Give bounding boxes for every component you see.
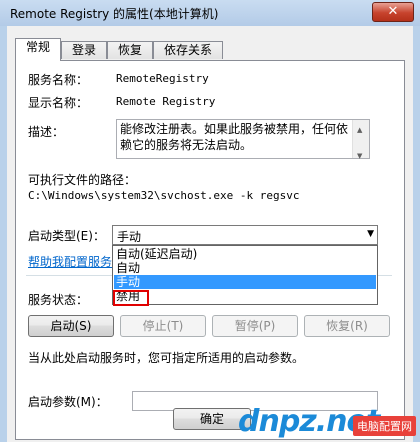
- scroll-down-icon[interactable]: ▼: [357, 148, 362, 164]
- highlight-box: [113, 290, 149, 306]
- display-name-label: 显示名称：: [28, 96, 89, 110]
- general-tab-panel: 服务名称： RemoteRegistry 显示名称： Remote Regist…: [15, 60, 405, 440]
- startup-type-value: 手动: [117, 230, 142, 244]
- close-icon: ✕: [387, 4, 399, 19]
- dialog-client: 常规 登录 恢复 依存关系 服务名称： RemoteRegistry 显示名称：…: [7, 26, 413, 442]
- chevron-down-icon: ▼: [367, 229, 374, 239]
- start-button-label: 启动(S): [50, 319, 92, 333]
- stop-button-label: 停止(T): [142, 319, 184, 333]
- close-button[interactable]: ✕: [372, 2, 414, 22]
- display-name-value: Remote Registry: [116, 95, 216, 108]
- description-text: 能修改注册表。如果此服务被禁用，任何依赖它的服务将无法启动。: [120, 122, 349, 152]
- tab-label: 登录: [71, 43, 96, 57]
- watermark-badge: 电脑配置网: [353, 416, 416, 436]
- option-manual[interactable]: 手动: [114, 275, 376, 289]
- tab-recovery[interactable]: 恢复: [107, 41, 153, 59]
- option-auto-delayed[interactable]: 自动(延迟启动): [114, 247, 376, 261]
- service-status-label: 服务状态：: [28, 293, 89, 307]
- ok-button-label: 确定: [199, 412, 224, 426]
- stop-button[interactable]: 停止(T): [120, 315, 206, 337]
- tab-dependencies[interactable]: 依存关系: [153, 41, 223, 59]
- help-configure-link[interactable]: 帮助我配置服务启: [28, 253, 124, 270]
- tab-label: 常规: [25, 40, 50, 54]
- tab-label: 恢复: [117, 43, 142, 57]
- option-disabled[interactable]: 禁用: [114, 289, 376, 303]
- exe-path-label: 可执行文件的路径：: [28, 173, 137, 187]
- scroll-up-icon[interactable]: ▲: [357, 122, 362, 138]
- resume-button[interactable]: 恢复(R): [304, 315, 390, 337]
- exe-path-value: C:\Windows\system32\svchost.exe -k regsv…: [28, 189, 300, 202]
- pause-button[interactable]: 暂停(P): [212, 315, 298, 337]
- pause-button-label: 暂停(P): [234, 319, 276, 333]
- start-button[interactable]: 启动(S): [28, 315, 114, 337]
- startup-type-label: 启动类型(E)：: [28, 229, 105, 243]
- description-scrollbar[interactable]: ▲ ▼: [352, 120, 369, 160]
- tab-logon[interactable]: 登录: [61, 41, 107, 59]
- watermark-logo: dnpz.net 电脑配置网: [230, 402, 420, 442]
- title-bar[interactable]: Remote Registry 的属性(本地计算机) ✕: [0, 0, 420, 26]
- resume-button-label: 恢复(R): [326, 319, 368, 333]
- service-name-label: 服务名称：: [28, 73, 89, 87]
- option-auto[interactable]: 自动: [114, 261, 376, 275]
- startup-type-select[interactable]: 手动 ▼: [112, 225, 378, 245]
- tab-label: 依存关系: [163, 43, 212, 57]
- startup-type-dropdown: 自动(延迟启动) 自动 手动 禁用: [112, 245, 378, 306]
- description-box[interactable]: 能修改注册表。如果此服务被禁用，任何依赖它的服务将无法启动。 ▲ ▼: [116, 119, 370, 160]
- tab-general[interactable]: 常规: [15, 38, 61, 61]
- start-params-hint: 当从此处启动服务时，您可指定所适用的启动参数。: [28, 351, 305, 365]
- service-name-value: RemoteRegistry: [116, 72, 209, 85]
- start-params-label: 启动参数(M)：: [28, 395, 108, 409]
- window-title: Remote Registry 的属性(本地计算机): [10, 7, 219, 21]
- description-label: 描述：: [28, 125, 65, 139]
